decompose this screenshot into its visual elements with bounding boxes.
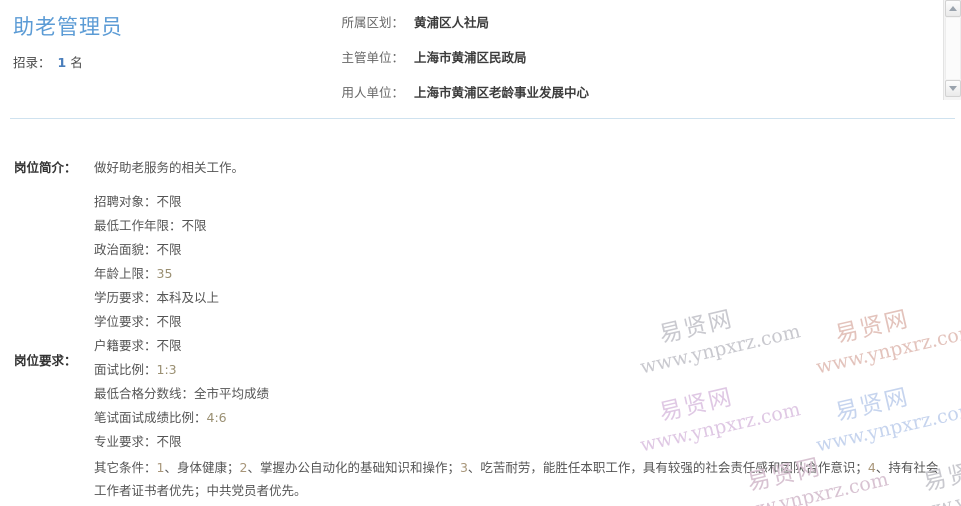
recruit-count-line: 招录： 1 名 <box>13 52 83 71</box>
employing-unit-value: 上海市黄浦区老龄事业发展中心 <box>414 85 590 100</box>
vertical-scrollbar[interactable] <box>943 0 961 100</box>
list-index: 2 <box>239 460 248 475</box>
detail-row-label: 学历要求： <box>94 290 157 305</box>
list-index: 4 <box>867 460 876 475</box>
job-header: 助老管理员 招录： 1 名 所属区划： 黄浦区人社局 主管单位： 上海市黄浦区民政局… <box>0 0 943 108</box>
detail-row-label: 户籍要求： <box>94 338 157 353</box>
detail-row: 笔试面试成绩比例：4:6 <box>94 407 227 426</box>
detail-row-label: 最低合格分数线： <box>94 386 195 401</box>
detail-row-value: 1:3 <box>156 362 177 377</box>
job-intro-text: 做好助老服务的相关工作。 <box>94 160 245 175</box>
table-row: 用人单位： 上海市黄浦区老龄事业发展中心 <box>332 74 589 109</box>
detail-row-label: 笔试面试成绩比例： <box>94 410 207 425</box>
detail-row: 最低工作年限：不限 <box>94 215 207 234</box>
detail-row: 学位要求：不限 <box>94 311 182 330</box>
detail-row-value: 全市平均成绩 <box>194 386 270 401</box>
detail-row-value: 不限 <box>156 194 182 209</box>
detail-row: 招聘对象：不限 <box>94 191 182 210</box>
table-row: 所属区划： 黄浦区人社局 <box>332 4 589 39</box>
detail-row-label: 政治面貌： <box>94 242 157 257</box>
list-index: 1 <box>156 460 165 475</box>
recruit-count-value: 1 <box>57 55 67 70</box>
detail-row-label: 面试比例： <box>94 362 157 377</box>
section-divider <box>10 118 955 119</box>
job-detail-page: 助老管理员 招录： 1 名 所属区划： 黄浦区人社局 主管单位： 上海市黄浦区民政局… <box>0 0 955 506</box>
scrollbar-track[interactable] <box>945 18 961 79</box>
detail-row-value: 本科及以上 <box>156 290 220 305</box>
detail-row: 最低合格分数线：全市平均成绩 <box>94 383 269 402</box>
recruit-unit: 名 <box>70 55 83 70</box>
district-value: 黄浦区人社局 <box>414 15 490 30</box>
detail-row: 年龄上限：35 <box>94 263 172 282</box>
district-label: 所属区划： <box>341 15 404 30</box>
detail-row-value: 4:6 <box>206 410 227 425</box>
list-index: 3 <box>459 460 468 475</box>
detail-row: 户籍要求：不限 <box>94 335 182 354</box>
organization-info-table: 所属区划： 黄浦区人社局 主管单位： 上海市黄浦区民政局 用人单位： 上海市黄浦… <box>332 4 589 109</box>
detail-row-value: 35 <box>156 266 173 281</box>
detail-row: 学历要求：本科及以上 <box>94 287 219 306</box>
supervising-unit-label: 主管单位： <box>341 50 404 65</box>
chevron-down-icon <box>949 86 957 91</box>
detail-row-value: 不限 <box>181 218 207 233</box>
detail-row-value: 不限 <box>156 242 182 257</box>
detail-row-value: 不限 <box>156 338 182 353</box>
detail-row-label: 学位要求： <box>94 314 157 329</box>
table-row: 主管单位： 上海市黄浦区民政局 <box>332 39 589 74</box>
detail-row: 面试比例：1:3 <box>94 359 177 378</box>
detail-row-label: 专业要求： <box>94 434 157 449</box>
detail-row-value: 不限 <box>156 434 182 449</box>
detail-row-value: 不限 <box>156 314 182 329</box>
scroll-up-button[interactable] <box>945 0 961 17</box>
job-intro-label: 岗位简介： <box>14 160 77 175</box>
detail-row-label: 招聘对象： <box>94 194 157 209</box>
employing-unit-label: 用人单位： <box>341 85 404 100</box>
supervising-unit-value: 上海市黄浦区民政局 <box>414 50 527 65</box>
scroll-down-button[interactable] <box>945 80 961 97</box>
job-requirement-label: 岗位要求： <box>14 353 77 368</box>
other-conditions-paragraph: 其它条件：1、身体健康；2、掌握办公自动化的基础知识和操作；3、吃苦耐劳，能胜任… <box>94 460 939 498</box>
page-title: 助老管理员 <box>13 15 123 39</box>
detail-row: 专业要求：不限 <box>94 431 182 450</box>
detail-row-label: 最低工作年限： <box>94 218 182 233</box>
chevron-up-icon <box>949 6 957 11</box>
detail-row-label: 年龄上限： <box>94 266 157 281</box>
recruit-label: 招录： <box>13 55 51 70</box>
detail-row: 政治面貌：不限 <box>94 239 182 258</box>
